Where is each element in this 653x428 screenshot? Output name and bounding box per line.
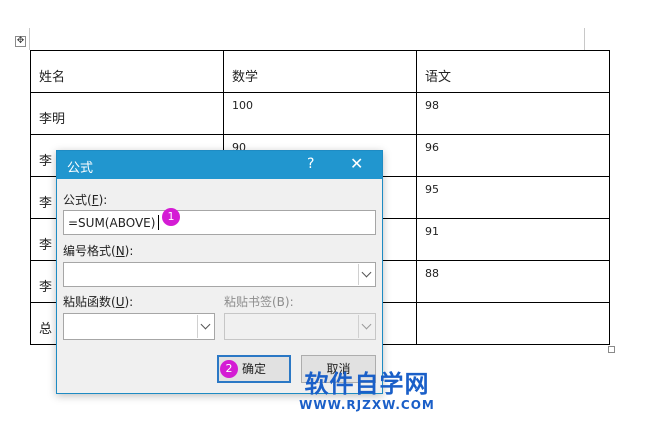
chinese-score: 96 <box>425 141 439 154</box>
table-cell[interactable]: 98 <box>416 92 610 135</box>
table-cell[interactable]: 李明 <box>30 92 224 135</box>
chinese-score: 88 <box>425 267 439 280</box>
formula-label: 公式(F): <box>63 193 108 207</box>
paste-function-label: 粘贴函数(U): <box>63 295 134 309</box>
formula-value: =SUM(ABOVE) <box>68 216 156 230</box>
table-cell[interactable]: 88 <box>416 260 610 303</box>
watermark-logo: 软件自学网 WWW.RJZXW.COM <box>292 370 442 412</box>
table-cell[interactable]: 数学 <box>223 50 417 93</box>
chinese-score: 91 <box>425 225 439 238</box>
paste-bookmark-select[interactable] <box>224 313 376 340</box>
close-icon[interactable]: ✕ <box>350 154 363 173</box>
watermark-title: 软件自学网 <box>304 370 430 398</box>
help-icon[interactable]: ? <box>307 156 314 172</box>
chevron-down-icon[interactable] <box>197 315 213 338</box>
table-cell[interactable]: 语文 <box>416 50 610 93</box>
table-cell[interactable]: 95 <box>416 176 610 219</box>
table-move-handle-icon[interactable]: ✥ <box>15 36 26 47</box>
header-math: 数学 <box>232 70 259 85</box>
number-format-label: 编号格式(N): <box>63 244 134 258</box>
paste-bookmark-label: 粘贴书签(B): <box>224 295 294 309</box>
math-score: 100 <box>232 99 253 112</box>
dialog-titlebar[interactable]: 公式 ? ✕ <box>57 151 382 179</box>
table-cell[interactable]: 91 <box>416 218 610 261</box>
dialog-title: 公式 <box>67 161 94 176</box>
table-cell[interactable]: 96 <box>416 134 610 177</box>
formula-input[interactable]: =SUM(ABOVE) <box>63 210 376 235</box>
table-resize-handle[interactable] <box>608 346 615 353</box>
chevron-down-icon[interactable] <box>358 264 374 285</box>
table-row: 李明 100 98 <box>30 92 610 135</box>
paste-function-select[interactable] <box>63 313 215 340</box>
chinese-score: 95 <box>425 183 439 196</box>
header-chinese: 语文 <box>425 70 452 85</box>
table-cell[interactable] <box>416 302 610 345</box>
table-cell[interactable]: 100 <box>223 92 417 135</box>
number-format-select[interactable] <box>63 262 376 287</box>
chinese-total <box>417 303 609 309</box>
header-name: 姓名 <box>39 70 66 85</box>
chinese-score: 98 <box>425 99 439 112</box>
table-cell[interactable]: 姓名 <box>30 50 224 93</box>
table-header-row: 姓名 数学 语文 <box>30 50 610 93</box>
step-badge-1: 1 <box>162 208 180 226</box>
step-badge-2: 2 <box>220 360 238 378</box>
student-name: 李明 <box>39 112 66 127</box>
page-corner-mark-right <box>584 28 585 50</box>
chevron-down-icon <box>358 315 374 338</box>
text-caret <box>158 215 159 230</box>
watermark-url: WWW.RJZXW.COM <box>299 398 435 412</box>
formula-dialog: 公式 ? ✕ 公式(F): =SUM(ABOVE) 编号格式(N): 粘贴函数(… <box>56 150 383 394</box>
page-corner-mark-left <box>29 28 30 50</box>
